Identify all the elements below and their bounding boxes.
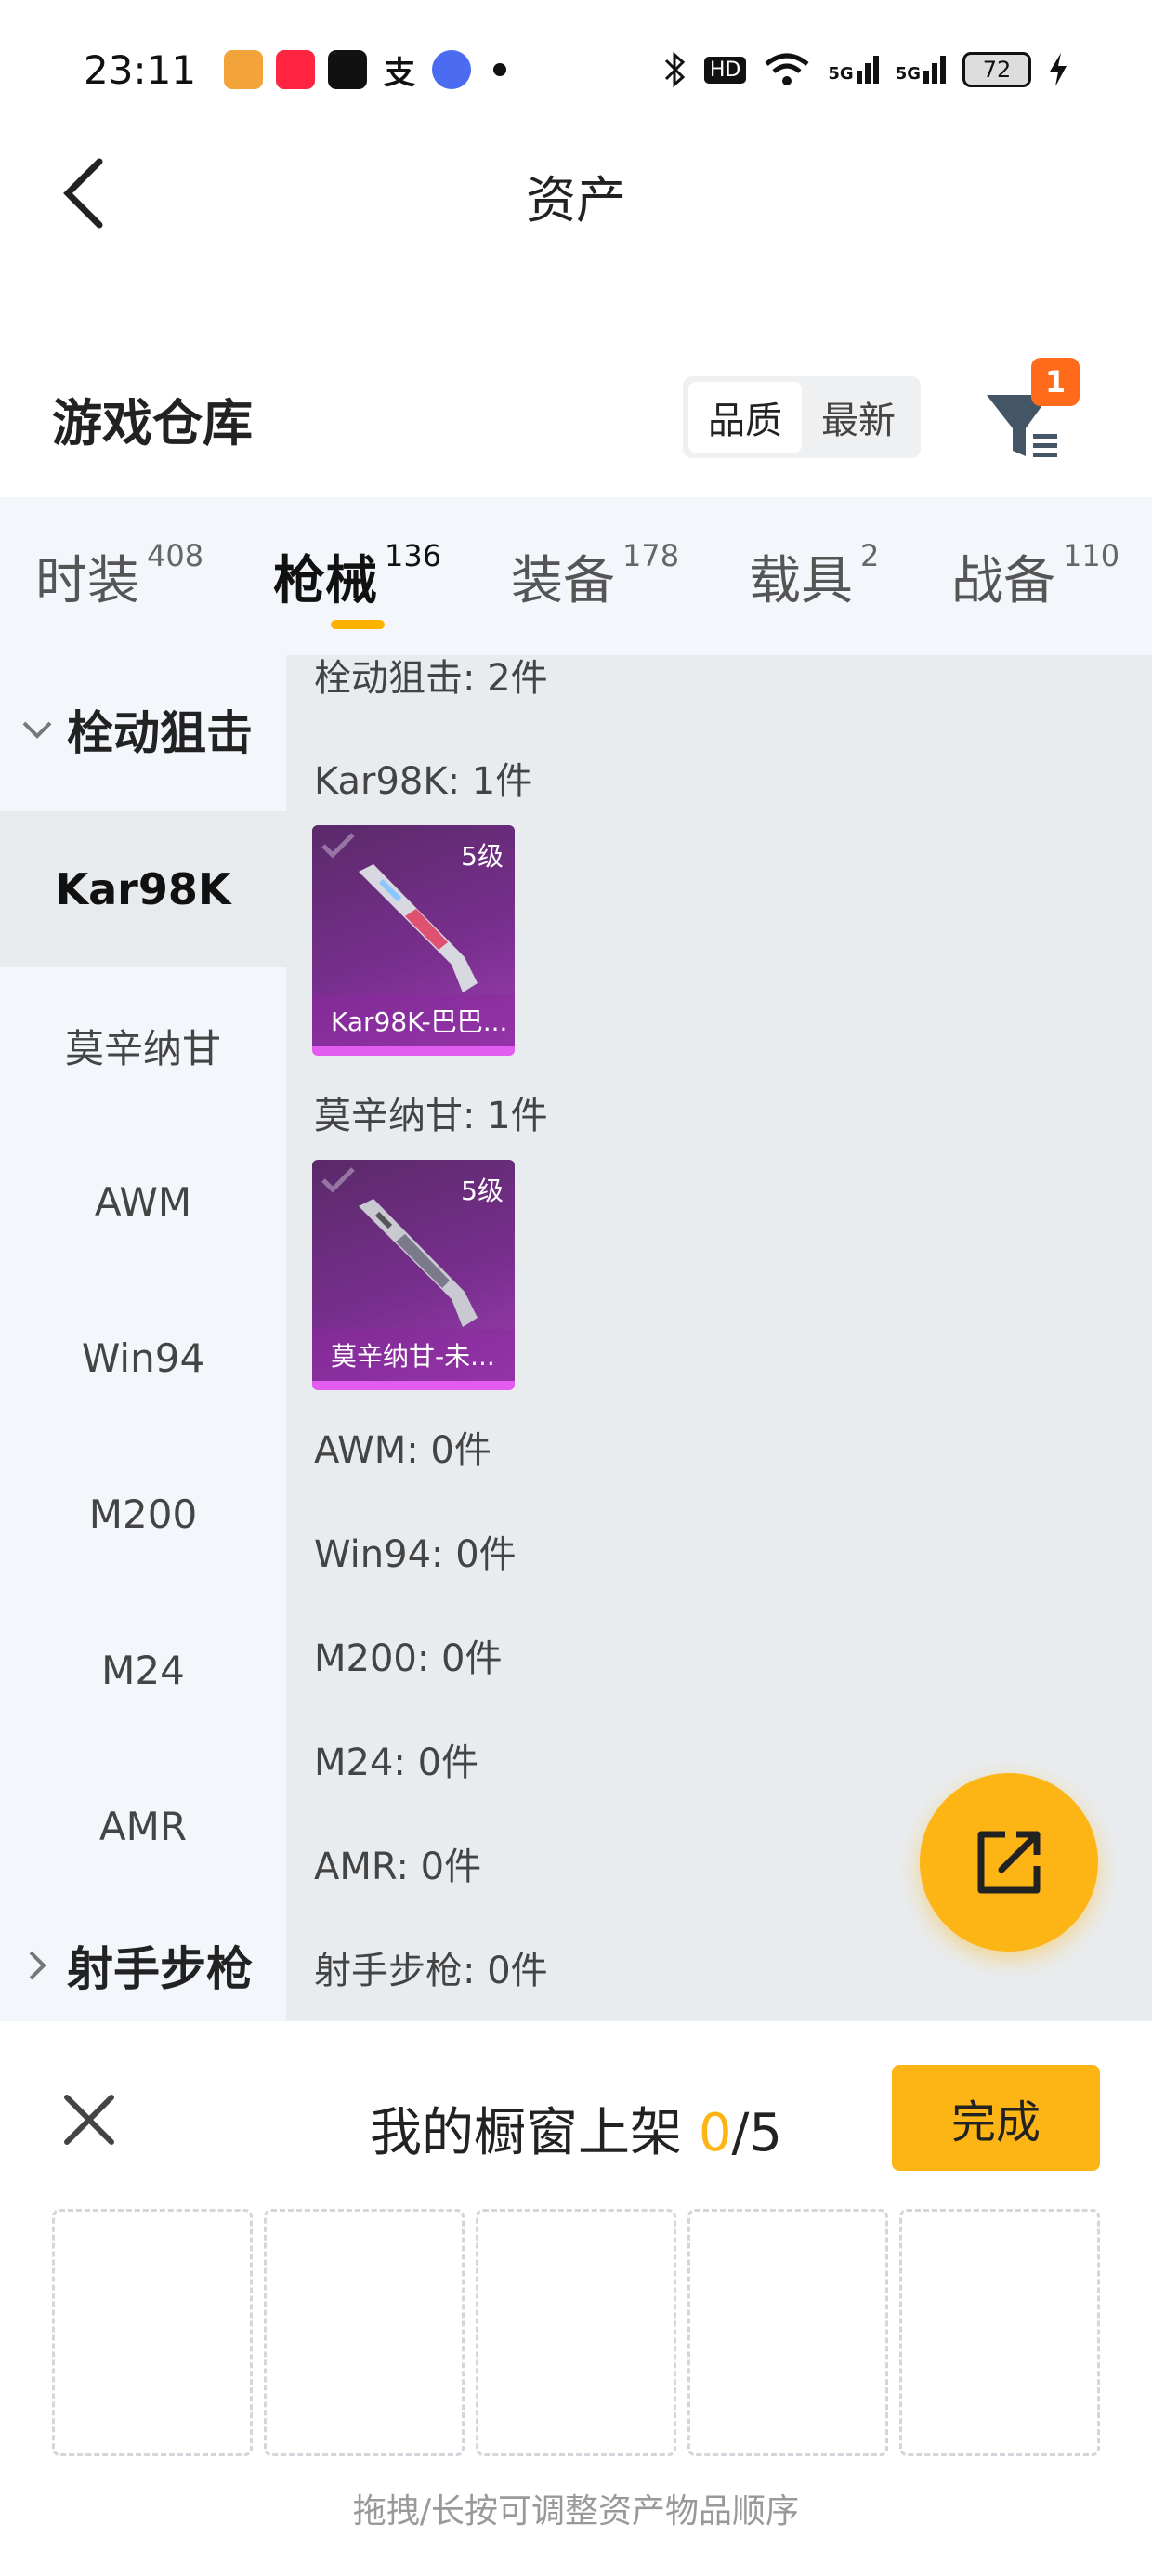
tab-fashion[interactable]: 时装 408: [35, 497, 203, 655]
rifle-icon: [359, 864, 478, 992]
tab-label: 装备: [511, 550, 615, 611]
sidebar-item-m200[interactable]: M200: [0, 1436, 286, 1592]
showcase-slot[interactable]: [476, 2209, 676, 2456]
tab-supplies[interactable]: 战备 110: [951, 497, 1119, 655]
sort-newest-button[interactable]: 最新: [802, 382, 915, 453]
tab-label: 枪械: [273, 550, 377, 611]
tab-count: 178: [622, 538, 680, 573]
group-header: 栓动狙击: 2件: [314, 657, 548, 700]
douyin-app-icon: [328, 50, 368, 89]
hd-icon: HD: [703, 56, 747, 84]
sort-quality-button[interactable]: 品质: [688, 382, 802, 453]
showcase-slot[interactable]: [687, 2209, 888, 2456]
reorder-hint: 拖拽/长按可调整资产物品顺序: [352, 2492, 800, 2530]
tab-count: 408: [147, 538, 204, 573]
section-label: 射手步枪: 0件: [314, 1950, 548, 1992]
status-bar: 23:11 支 HD 5G 5G 72: [0, 0, 1152, 139]
tieba-app-icon: [432, 50, 472, 89]
signal-5g-icon-2: 5G: [896, 56, 946, 84]
tab-count: 2: [860, 538, 880, 573]
header: 资产: [0, 139, 1152, 251]
warehouse-row: 游戏仓库 品质 最新 1: [0, 344, 1152, 493]
tab-label: 载具: [749, 550, 853, 611]
sidebar-item-mosin[interactable]: 莫辛纳甘: [0, 967, 286, 1124]
sidebar: 栓动狙击 Kar98K 莫辛纳甘 AWM Win94 M200 M24 AMR …: [0, 655, 286, 2021]
showcase-slot[interactable]: [899, 2209, 1100, 2456]
sidebar-group-label: 射手步枪: [67, 1942, 253, 1996]
chevron-down-icon: [19, 711, 56, 748]
tab-count: 136: [385, 538, 442, 573]
tab-count: 110: [1063, 538, 1120, 573]
showcase-panel: 我的橱窗上架 0/5 完成 拖拽/长按可调整资产物品顺序: [0, 2021, 1152, 2576]
filter-button[interactable]: 1: [975, 358, 1087, 469]
chevron-right-icon: [19, 1947, 56, 1984]
notification-dot-icon: [493, 63, 507, 76]
card-name: Kar98K-巴巴...: [312, 994, 515, 1046]
bluetooth-icon: [664, 51, 686, 88]
showcase-slots: [52, 2209, 1100, 2456]
share-icon: [977, 1831, 1041, 1894]
warehouse-title: 游戏仓库: [52, 393, 253, 453]
tab-label: 战备: [951, 550, 1055, 611]
asset-card-mosin[interactable]: 5级 莫辛纳甘-未...: [312, 1160, 515, 1390]
category-tabs: 时装 408 枪械 136 装备 178 载具 2 战备 110: [0, 497, 1152, 655]
tab-vehicles[interactable]: 载具 2: [749, 497, 879, 655]
sidebar-group-label: 栓动狙击: [67, 706, 253, 760]
card-name: 莫辛纳甘-未...: [312, 1329, 515, 1381]
section-label: Kar98K: 1件: [314, 760, 533, 803]
tab-equipment[interactable]: 装备 178: [511, 497, 679, 655]
done-button[interactable]: 完成: [892, 2065, 1100, 2171]
page-title: 资产: [526, 170, 626, 230]
showcase-slot[interactable]: [264, 2209, 465, 2456]
wifi-icon: [765, 53, 809, 85]
showcase-current-count: 0: [698, 2103, 732, 2163]
tab-label: 时装: [35, 550, 139, 611]
battery-icon: 72: [962, 52, 1031, 87]
asset-card-kar98k[interactable]: 5级 Kar98K-巴巴...: [312, 825, 515, 1056]
signal-5g-icon: 5G: [828, 56, 879, 84]
sidebar-item-amr[interactable]: AMR: [0, 1748, 286, 1904]
alipay-app-icon: 支: [380, 50, 420, 92]
share-button[interactable]: [920, 1773, 1098, 1952]
showcase-total-count: /5: [731, 2103, 782, 2163]
tab-guns[interactable]: 枪械 136: [273, 497, 441, 655]
status-right: HD 5G 5G 72: [663, 51, 1068, 88]
section-label: AMR: 0件: [314, 1846, 482, 1888]
sidebar-item-awm[interactable]: AWM: [0, 1124, 286, 1280]
section-label: Win94: 0件: [314, 1533, 517, 1576]
showcase-slot[interactable]: [52, 2209, 253, 2456]
sidebar-item-kar98k[interactable]: Kar98K: [0, 811, 286, 967]
back-button[interactable]: [46, 156, 121, 230]
rifle-icon: [359, 1199, 478, 1327]
sidebar-group-marksman[interactable]: 射手步枪: [0, 1891, 286, 2021]
section-label: 莫辛纳甘: 1件: [314, 1095, 548, 1137]
filter-badge: 1: [1031, 358, 1080, 406]
charging-icon: [1050, 53, 1067, 86]
sidebar-item-m24[interactable]: M24: [0, 1592, 286, 1748]
section-label: AWM: 0件: [314, 1429, 491, 1472]
sidebar-item-win94[interactable]: Win94: [0, 1280, 286, 1436]
tab-active-indicator: [331, 620, 385, 629]
showcase-title-text: 我的橱窗上架: [370, 2103, 699, 2163]
chevron-left-icon: [63, 158, 103, 229]
section-label: M24: 0件: [314, 1741, 479, 1784]
fanqie-app-icon: [224, 50, 264, 89]
sidebar-group-bolt-action[interactable]: 栓动狙击: [0, 655, 286, 804]
xiaohongshu-app-icon: [276, 50, 316, 89]
status-app-icons: 支: [224, 50, 507, 92]
section-label: M200: 0件: [314, 1637, 503, 1680]
sort-toggle: 品质 最新: [683, 376, 921, 458]
status-time: 23:11: [84, 46, 197, 93]
